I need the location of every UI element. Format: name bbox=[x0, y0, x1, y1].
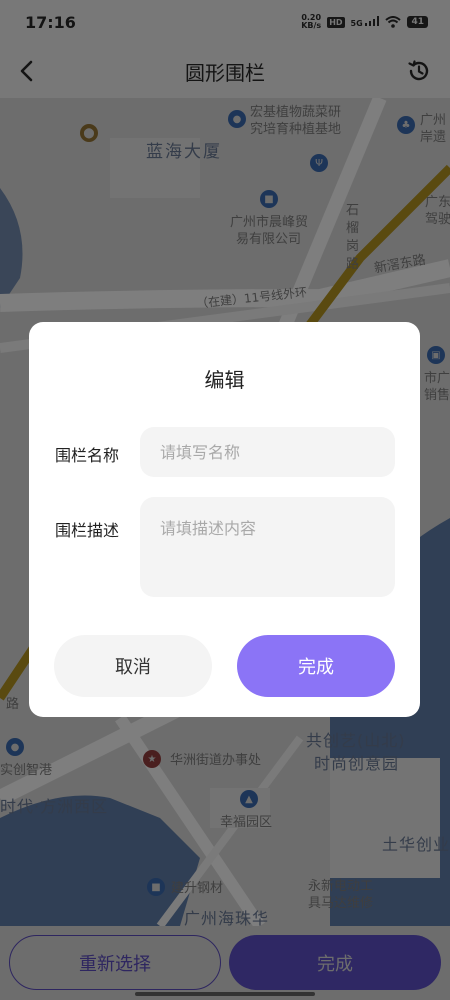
bottom-done-button[interactable]: 完成 bbox=[229, 935, 441, 990]
gas-station-icon: ⬤ bbox=[80, 124, 98, 142]
page-title: 圆形围栏 bbox=[185, 60, 265, 85]
fence-name-input[interactable] bbox=[140, 427, 395, 477]
company-icon: ■ bbox=[260, 190, 278, 208]
network-speed: 0.20 KB/s bbox=[301, 14, 321, 30]
chevron-left-icon bbox=[20, 60, 33, 82]
map-label-yongxin-1: 永新电动工 bbox=[308, 879, 374, 894]
location-pin-icon-2: ● bbox=[6, 738, 24, 756]
map-label-yongxin-2: 具马达维修 bbox=[308, 896, 374, 911]
signal-label: 5G bbox=[350, 19, 363, 28]
map-label-guangdong-drive-1: 广东 bbox=[425, 195, 450, 210]
map-label-city-sales-2: 销售 bbox=[424, 388, 450, 403]
done-button[interactable]: 完成 bbox=[237, 635, 395, 697]
battery-icon: 41 bbox=[407, 16, 428, 28]
shop-icon: ■ bbox=[147, 878, 165, 896]
status-icons: 0.20 KB/s HD 5G 41 bbox=[301, 13, 428, 32]
map-label-research-2: 究培育种植基地 bbox=[250, 122, 342, 137]
reselect-button[interactable]: 重新选择 bbox=[9, 935, 221, 990]
map-label-guangdong-drive-2: 驾驶 bbox=[425, 212, 450, 227]
car-icon: ▣ bbox=[427, 346, 445, 364]
fence-desc-input[interactable] bbox=[140, 497, 395, 597]
history-clock-icon bbox=[408, 60, 429, 81]
status-time: 17:16 bbox=[25, 12, 76, 32]
park-icon: ♣ bbox=[397, 116, 415, 134]
hd-icon: HD bbox=[327, 16, 345, 28]
cancel-button[interactable]: 取消 bbox=[54, 635, 212, 697]
map-label-research-1: 宏基植物蔬菜研 bbox=[250, 105, 342, 120]
map-label-huazhou-office: 华洲街道办事处 bbox=[170, 753, 262, 768]
map-label-haizhu: 广州海珠华 bbox=[184, 909, 270, 926]
map-label-fangzhou-west: 时代·方洲西区 bbox=[0, 797, 109, 816]
edit-dialog: 编辑 围栏名称 围栏描述 取消 完成 bbox=[29, 322, 420, 717]
history-button[interactable] bbox=[402, 54, 436, 88]
telecom-icon: Ψ bbox=[310, 154, 328, 172]
map-label-lanhai: 蓝海大厦 bbox=[146, 142, 222, 162]
fence-name-label: 围栏名称 bbox=[55, 446, 120, 465]
government-icon: ★ bbox=[143, 750, 161, 768]
fence-desc-label: 围栏描述 bbox=[55, 521, 120, 540]
location-pin-icon: ● bbox=[228, 110, 246, 128]
wifi-icon bbox=[385, 13, 402, 32]
bottom-action-bar: 重新选择 完成 bbox=[0, 926, 450, 1000]
map-label-chuangzhi: 实创智港 bbox=[0, 763, 53, 778]
map-label-gongchuang-1: 共创艺(山北) bbox=[306, 731, 406, 750]
lock-icon: ▲ bbox=[240, 790, 258, 808]
dialog-title: 编辑 bbox=[204, 368, 245, 392]
status-bar: 17:16 0.20 KB/s HD 5G 41 bbox=[0, 0, 450, 44]
map-label-shiliugang: 石榴岗路 bbox=[346, 203, 360, 272]
map-label-xingfu: 幸福园区 bbox=[220, 815, 273, 830]
map-label-guangzhou-2: 岸遗 bbox=[420, 130, 447, 145]
map-label-chenfeng-1: 广州市晨峰贸 bbox=[230, 215, 309, 230]
app-header: 圆形围栏 bbox=[0, 44, 450, 98]
map-label-road: 路 bbox=[6, 697, 20, 712]
network-speed-unit: KB/s bbox=[301, 21, 322, 30]
map-label-guangzhou: 广州 bbox=[420, 113, 447, 128]
map-label-city-sales-1: 市广 bbox=[424, 371, 450, 386]
home-indicator[interactable] bbox=[135, 992, 315, 996]
map-label-jiansheng: 建升钢材 bbox=[171, 881, 224, 896]
back-button[interactable] bbox=[10, 54, 44, 88]
signal-icon: 5G bbox=[351, 16, 380, 28]
map-label-chenfeng-2: 易有限公司 bbox=[236, 232, 302, 247]
map-label-tuhua: 土华创业 bbox=[382, 835, 450, 854]
map-label-gongchuang-2: 时尚创意园 bbox=[314, 754, 400, 773]
